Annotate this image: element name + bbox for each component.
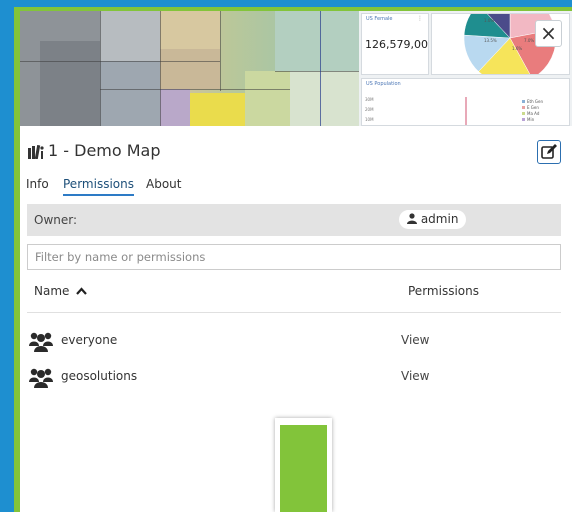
- group-icon: [29, 330, 53, 356]
- chart-bar: [465, 97, 467, 125]
- map-thumbnail: US Female ⋮ 126,579,002 1.0% 13.5% 1.6% 7.0…: [20, 11, 572, 126]
- table-row[interactable]: geosolutions View: [27, 363, 561, 393]
- legend-item: Eth Gen: [522, 99, 543, 104]
- permissions-table-header: Name Permissions: [27, 279, 561, 313]
- filter-input[interactable]: [27, 244, 561, 270]
- map-preview: [20, 11, 359, 126]
- map-book-icon: [28, 144, 44, 163]
- y-tick: 30M: [365, 97, 374, 102]
- sort-ascending-icon: [76, 287, 88, 295]
- map-title: 1 - Demo Map: [48, 141, 161, 160]
- user-icon: [407, 213, 417, 224]
- female-count: 126,579,002: [365, 38, 429, 51]
- permission-value: View: [401, 333, 430, 347]
- panel-title: US Female: [366, 16, 393, 22]
- owner-name: admin: [420, 212, 459, 226]
- pie-label: 1.0%: [484, 18, 494, 23]
- edit-button[interactable]: [537, 140, 561, 164]
- population-chart-panel: US Population 30M 20M 10M Eth Gen E Gen …: [361, 78, 570, 126]
- user-name: geosolutions: [61, 369, 138, 383]
- tab-permissions[interactable]: Permissions: [63, 177, 134, 196]
- y-tick: 10M: [365, 117, 374, 122]
- permission-value: View: [401, 369, 430, 383]
- tab-about[interactable]: About: [146, 177, 181, 194]
- owner-row: Owner: admin: [27, 204, 561, 236]
- y-tick: 20M: [365, 107, 374, 112]
- pie-label: 7.0%: [524, 38, 534, 43]
- owner-badge: admin: [399, 210, 467, 229]
- group-icon: [29, 366, 53, 392]
- map-details-card: US Female ⋮ 126,579,002 1.0% 13.5% 1.6% 7.0…: [20, 11, 572, 512]
- panel-title: US Population: [366, 81, 401, 87]
- legend-item: E Gen: [522, 105, 539, 110]
- pie-label: 1.6%: [512, 46, 522, 51]
- table-row[interactable]: everyone View: [27, 327, 561, 357]
- legend-item: Ma Ad: [522, 111, 539, 116]
- name-column-header[interactable]: Name: [34, 284, 88, 298]
- owner-label: Owner:: [34, 213, 78, 227]
- drag-handle-fill: [280, 425, 327, 512]
- map-header: 1 - Demo Map: [28, 140, 561, 166]
- legend-item: Min: [522, 117, 534, 122]
- pie-label: 13.5%: [484, 38, 497, 43]
- close-button[interactable]: ×: [535, 20, 562, 47]
- edit-icon: [541, 144, 557, 159]
- drag-handle[interactable]: [275, 418, 332, 512]
- permissions-column-header: Permissions: [408, 284, 479, 298]
- female-counter-panel: US Female ⋮ 126,579,002: [361, 13, 429, 75]
- panel-menu-icon: ⋮: [417, 15, 423, 22]
- user-name: everyone: [61, 333, 118, 347]
- tab-info[interactable]: Info: [26, 177, 49, 194]
